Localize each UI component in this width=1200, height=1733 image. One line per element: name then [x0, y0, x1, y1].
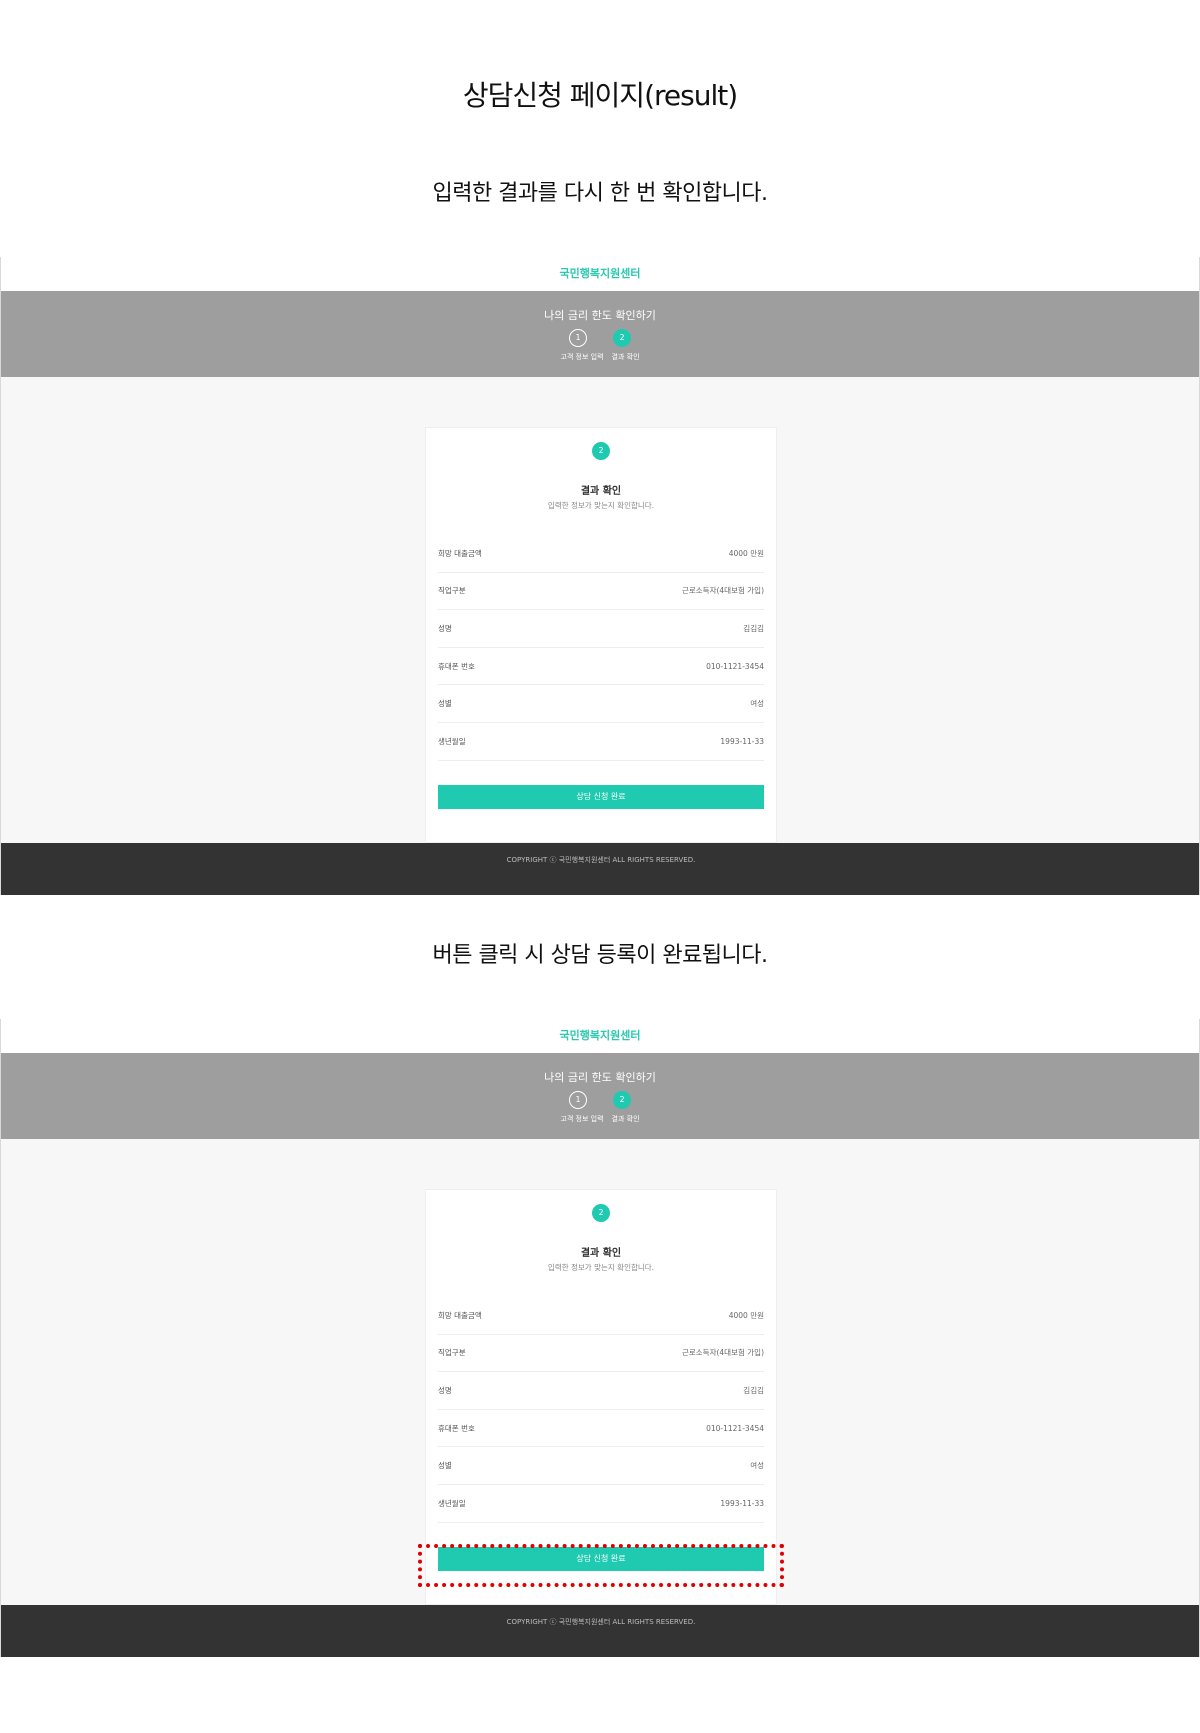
result-row: 희망 대출금액 4000 만원 [438, 535, 764, 573]
result-row: 생년월일 1993-11-33 [438, 1485, 764, 1523]
banner-title: 나의 금리 한도 확인하기 [544, 309, 656, 322]
step-2-icon: 2 [613, 329, 631, 347]
row-label: 성별 [438, 1461, 452, 1471]
row-label: 생년월일 [438, 1498, 466, 1508]
step-1-label: 고객 정보 입력 [560, 1115, 604, 1123]
card-subtitle: 입력한 정보가 맞는지 확인합니다. [547, 501, 655, 510]
row-value: 4000 만원 [728, 548, 764, 558]
card-subtitle: 입력한 정보가 맞는지 확인합니다. [547, 1263, 655, 1272]
row-value: 010-1121-3454 [706, 661, 764, 671]
row-label: 생년월일 [438, 736, 466, 746]
submit-consult-button[interactable]: 상담 신청 완료 [438, 1546, 764, 1571]
result-row: 성별 여성 [438, 1447, 764, 1485]
result-card: 2 결과 확인 입력한 정보가 맞는지 확인합니다. 희망 대출금액 4000 만… [425, 1189, 777, 1605]
result-row: 직업구분 근로소득자(4대보험 가입) [438, 1335, 764, 1373]
screenshot-submit: 국민행복지원센터 나의 금리 한도 확인하기 1 2 고객 정보 입력 결과 확… [0, 1019, 1200, 1657]
row-label: 성별 [438, 699, 452, 709]
step-2-label: 결과 확인 [611, 1115, 640, 1123]
result-row: 생년월일 1993-11-33 [438, 723, 764, 761]
row-label: 희망 대출금액 [438, 1310, 482, 1320]
site-brand[interactable]: 국민행복지원센터 [1, 257, 1199, 291]
step-1-label: 고객 정보 입력 [560, 353, 604, 361]
result-row: 휴대폰 번호 010-1121-3454 [438, 1410, 764, 1448]
row-label: 휴대폰 번호 [438, 1423, 475, 1433]
card-step-icon: 2 [592, 442, 610, 460]
result-row: 직업구분 근로소득자(4대보험 가입) [438, 573, 764, 611]
caption-submit: 버튼 클릭 시 상담 등록이 완료됩니다. [432, 943, 768, 968]
result-list: 희망 대출금액 4000 만원 직업구분 근로소득자(4대보험 가입) 성명 김김김 … [438, 535, 764, 761]
step-1-icon: 1 [569, 1091, 587, 1109]
card-title: 결과 확인 [580, 1248, 622, 1259]
banner-title: 나의 금리 한도 확인하기 [544, 1071, 656, 1084]
row-value: 010-1121-3454 [706, 1423, 764, 1433]
step-2-label: 결과 확인 [611, 353, 640, 361]
row-value: 김김김 [743, 1385, 764, 1395]
step-banner: 나의 금리 한도 확인하기 1 2 고객 정보 입력 결과 확인 [1, 1053, 1199, 1139]
result-row: 희망 대출금액 4000 만원 [438, 1297, 764, 1335]
result-list: 희망 대출금액 4000 만원 직업구분 근로소득자(4대보험 가입) 성명 김김김 … [438, 1297, 764, 1523]
step-1-icon: 1 [569, 329, 587, 347]
result-row: 성명 김김김 [438, 610, 764, 648]
step-banner: 나의 금리 한도 확인하기 1 2 고객 정보 입력 결과 확인 [1, 291, 1199, 377]
result-card: 2 결과 확인 입력한 정보가 맞는지 확인합니다. 희망 대출금액 4000 만… [425, 427, 777, 843]
row-value: 김김김 [743, 623, 764, 633]
row-value: 4000 만원 [728, 1310, 764, 1320]
row-value: 근로소득자(4대보험 가입) [681, 1348, 764, 1358]
site-brand[interactable]: 국민행복지원센터 [1, 1019, 1199, 1053]
step-2-icon: 2 [613, 1091, 631, 1109]
row-value: 1993-11-33 [720, 1498, 764, 1508]
row-label: 직업구분 [438, 586, 466, 596]
submit-consult-button[interactable]: 상담 신청 완료 [438, 784, 764, 809]
site-footer: COPYRIGHT ⓒ 국민행복지원센터 ALL RIGHTS RESERVED… [1, 1605, 1199, 1657]
caption-review: 입력한 결과를 다시 한 번 확인합니다. [432, 181, 768, 206]
row-value: 근로소득자(4대보험 가입) [681, 586, 764, 596]
row-label: 성명 [438, 1385, 452, 1395]
row-label: 희망 대출금액 [438, 548, 482, 558]
doc-title: 상담신청 페이지(result) [462, 79, 738, 112]
card-step-icon: 2 [592, 1204, 610, 1222]
row-label: 휴대폰 번호 [438, 661, 475, 671]
row-label: 성명 [438, 623, 452, 633]
row-label: 직업구분 [438, 1348, 466, 1358]
result-row: 성별 여성 [438, 685, 764, 723]
result-row: 성명 김김김 [438, 1372, 764, 1410]
result-row: 휴대폰 번호 010-1121-3454 [438, 648, 764, 686]
row-value: 여성 [750, 1461, 764, 1471]
row-value: 1993-11-33 [720, 736, 764, 746]
step-indicator: 1 2 [1, 329, 1199, 347]
site-footer: COPYRIGHT ⓒ 국민행복지원센터 ALL RIGHTS RESERVED… [1, 843, 1199, 895]
card-title: 결과 확인 [580, 486, 622, 497]
step-indicator: 1 2 [1, 1091, 1199, 1109]
screenshot-review: 국민행복지원센터 나의 금리 한도 확인하기 1 2 고객 정보 입력 결과 확… [0, 257, 1200, 895]
row-value: 여성 [750, 699, 764, 709]
